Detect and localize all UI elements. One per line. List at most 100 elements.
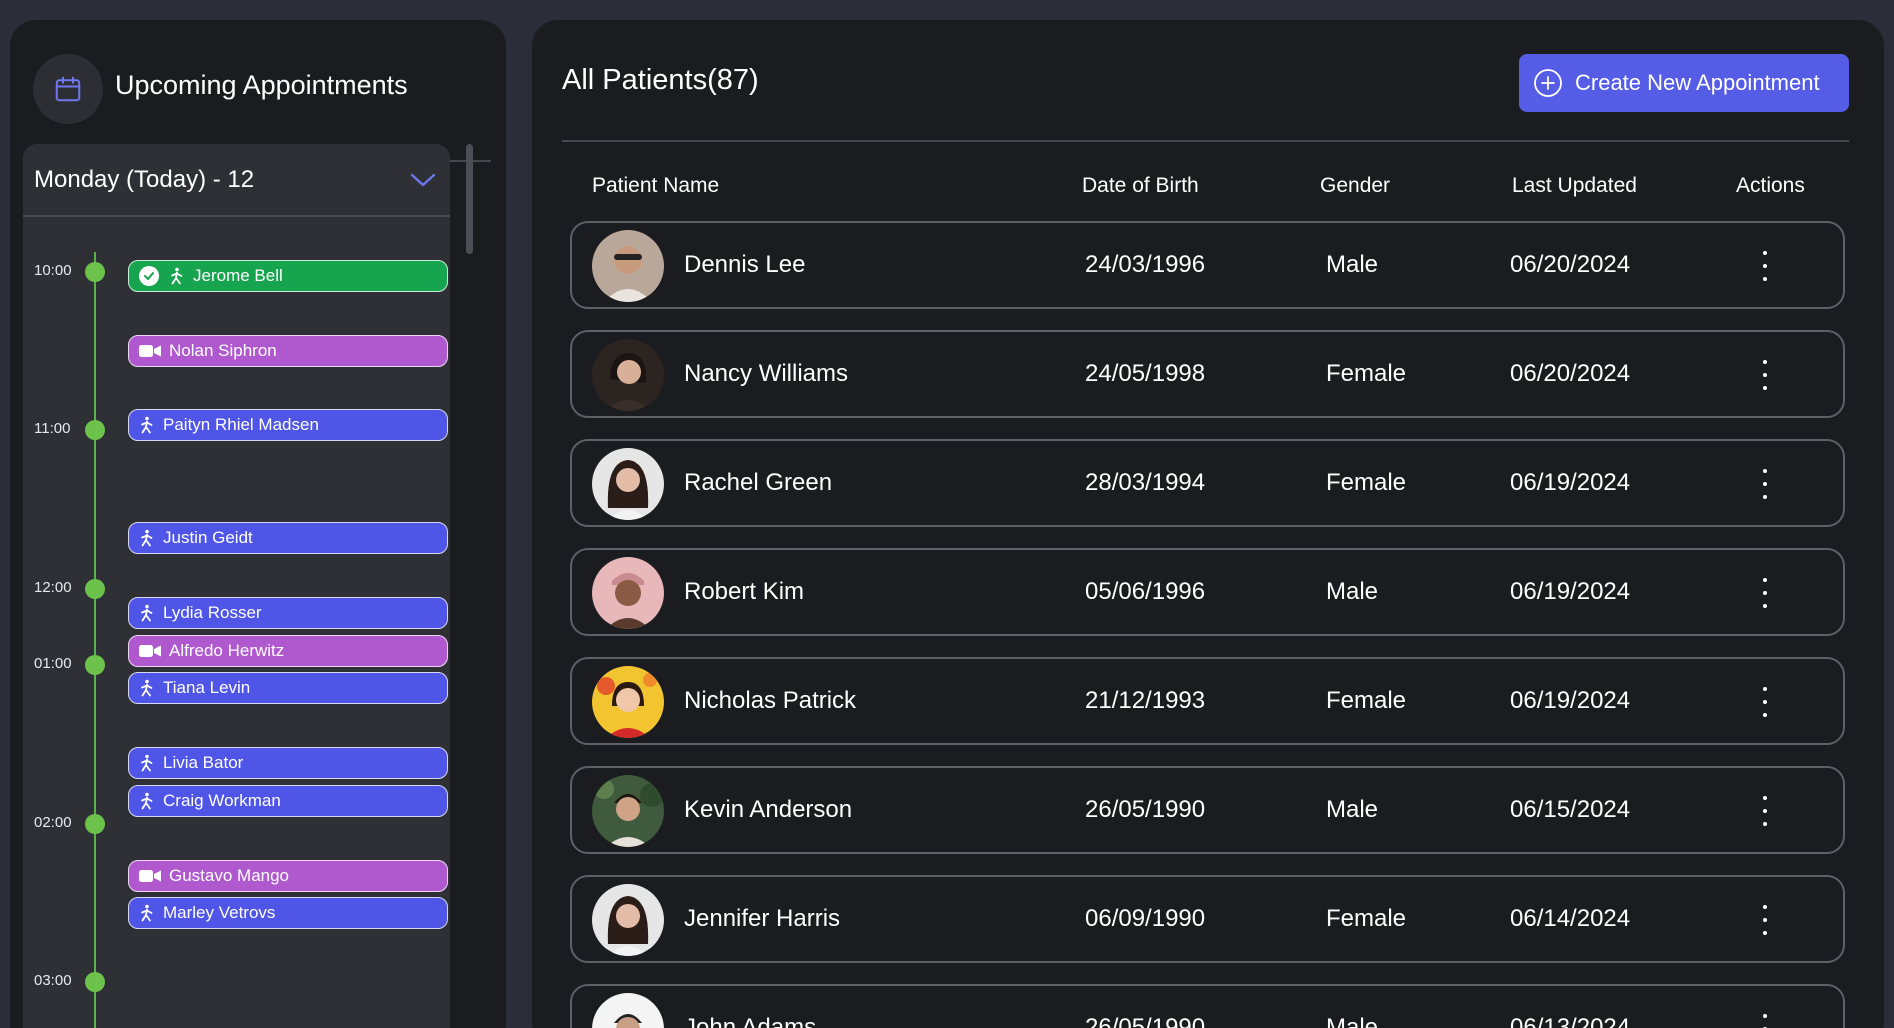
plus-circle-icon xyxy=(1533,68,1563,98)
appointment-name: Nolan Siphron xyxy=(169,341,277,360)
patient-gender: Female xyxy=(1326,360,1407,387)
patient-gender: Female xyxy=(1326,687,1407,714)
appointment-name: Lydia Rosser xyxy=(163,603,262,622)
patient-dob: 26/05/1990 xyxy=(1085,796,1206,823)
avatar xyxy=(592,993,664,1028)
patient-dob: 24/03/1996 xyxy=(1085,251,1206,278)
appointment-pill[interactable]: Nolan Siphron xyxy=(128,335,448,367)
patient-updated: 06/14/2024 xyxy=(1510,905,1631,932)
appointment-pill[interactable]: Alfredo Herwitz xyxy=(128,635,448,667)
time-label: 10:00 xyxy=(34,262,72,279)
patient-updated: 06/19/2024 xyxy=(1510,469,1631,496)
appointment-pill[interactable]: Gustavo Mango xyxy=(128,860,448,892)
appointments-title: Upcoming Appointments xyxy=(115,70,408,100)
table-row[interactable]: Rachel Green 28/03/1994 Female 06/19/202… xyxy=(570,439,1845,527)
appointment-name: Paityn Rhiel Madsen xyxy=(163,415,319,434)
timeline-dot xyxy=(85,420,105,440)
walking-person-icon xyxy=(169,267,185,285)
video-camera-icon xyxy=(139,644,161,658)
walking-person-icon xyxy=(139,604,155,622)
avatar xyxy=(592,666,664,738)
patient-dob: 28/03/1994 xyxy=(1085,469,1206,496)
timeline-dot xyxy=(85,655,105,675)
patient-updated: 06/19/2024 xyxy=(1510,578,1631,605)
time-label: 02:00 xyxy=(34,814,72,831)
walking-person-icon xyxy=(139,679,155,697)
timeline-dot xyxy=(85,814,105,834)
kebab-menu-icon[interactable] xyxy=(1760,1014,1770,1028)
check-circle-icon xyxy=(139,266,159,286)
avatar xyxy=(592,448,664,520)
table-row[interactable]: Dennis Lee 24/03/1996 Male 06/20/2024 xyxy=(570,221,1845,309)
table-row[interactable]: Robert Kim 05/06/1996 Male 06/19/2024 xyxy=(570,548,1845,636)
appointment-pill[interactable]: Justin Geidt xyxy=(128,522,448,554)
patient-updated: 06/13/2024 xyxy=(1510,1014,1631,1028)
day-selector[interactable]: Monday (Today) - 12 xyxy=(23,144,450,217)
appointment-name: Justin Geidt xyxy=(163,528,253,547)
timeline-line xyxy=(94,252,96,1028)
day-label: Monday (Today) - 12 xyxy=(34,166,255,193)
patient-name: Robert Kim xyxy=(684,578,805,605)
appointment-name: Jerome Bell xyxy=(193,266,283,285)
patient-name: Dennis Lee xyxy=(684,251,806,278)
time-label: 11:00 xyxy=(34,420,71,437)
time-label: 03:00 xyxy=(34,972,72,989)
patient-gender: Male xyxy=(1326,796,1379,823)
appointment-pill[interactable]: Craig Workman xyxy=(128,785,448,817)
avatar xyxy=(592,884,664,956)
walking-person-icon xyxy=(139,416,155,434)
timeline-dot xyxy=(85,262,105,282)
appointment-pill[interactable]: Jerome Bell xyxy=(128,260,448,292)
walking-person-icon xyxy=(139,529,155,547)
calendar-icon xyxy=(33,54,103,124)
table-row[interactable]: Nicholas Patrick 21/12/1993 Female 06/19… xyxy=(570,657,1845,745)
patient-updated: 06/20/2024 xyxy=(1510,251,1631,278)
kebab-menu-icon[interactable] xyxy=(1760,687,1770,717)
appointment-pill[interactable]: Livia Bator xyxy=(128,747,448,779)
appointment-name: Livia Bator xyxy=(163,753,244,772)
kebab-menu-icon[interactable] xyxy=(1760,251,1770,281)
patient-name: Rachel Green xyxy=(684,469,833,496)
table-row[interactable]: Kevin Anderson 26/05/1990 Male 06/15/202… xyxy=(570,766,1845,854)
walking-person-icon xyxy=(139,904,155,922)
patient-updated: 06/19/2024 xyxy=(1510,687,1631,714)
timeline-dot xyxy=(85,579,105,599)
appointment-pill[interactable]: Lydia Rosser xyxy=(128,597,448,629)
patient-name: John Adams xyxy=(684,1014,817,1028)
column-header-gender: Gender xyxy=(1320,174,1391,197)
patient-name: Nancy Williams xyxy=(684,360,849,387)
chevron-down-icon[interactable] xyxy=(410,172,436,193)
patients-panel: All Patients(87) Create New Appointment … xyxy=(532,20,1884,1028)
patient-gender: Male xyxy=(1326,1014,1379,1028)
schedule-scrollbar[interactable] xyxy=(466,144,473,254)
kebab-menu-icon[interactable] xyxy=(1760,905,1770,935)
appointment-pill[interactable]: Tiana Levin xyxy=(128,672,448,704)
table-row[interactable]: Nancy Williams 24/05/1998 Female 06/20/2… xyxy=(570,330,1845,418)
walking-person-icon xyxy=(139,792,155,810)
appointment-name: Tiana Levin xyxy=(163,678,251,697)
column-header-dob: Date of Birth xyxy=(1082,174,1199,197)
time-label: 12:00 xyxy=(34,579,72,596)
appointment-pill[interactable]: Marley Vetrovs xyxy=(128,897,448,929)
time-label: 01:00 xyxy=(34,655,72,672)
patient-dob: 24/05/1998 xyxy=(1085,360,1206,387)
walking-person-icon xyxy=(139,754,155,772)
avatar xyxy=(592,230,664,302)
patient-dob: 05/06/1996 xyxy=(1085,578,1206,605)
patient-gender: Female xyxy=(1326,905,1407,932)
appointment-pill[interactable]: Paityn Rhiel Madsen xyxy=(128,409,448,441)
patient-gender: Female xyxy=(1326,469,1407,496)
page-title: All Patients(87) xyxy=(562,64,759,96)
table-row[interactable]: Jennifer Harris 06/09/1990 Female 06/14/… xyxy=(570,875,1845,963)
column-header-actions: Actions xyxy=(1736,174,1805,197)
table-row[interactable]: John Adams 26/05/1990 Male 06/13/2024 xyxy=(570,984,1845,1028)
appointment-name: Gustavo Mango xyxy=(169,866,290,885)
kebab-menu-icon[interactable] xyxy=(1760,469,1770,499)
patient-updated: 06/20/2024 xyxy=(1510,360,1631,387)
kebab-menu-icon[interactable] xyxy=(1760,796,1770,826)
patient-dob: 06/09/1990 xyxy=(1085,905,1206,932)
patient-gender: Male xyxy=(1326,578,1379,605)
kebab-menu-icon[interactable] xyxy=(1760,360,1770,390)
kebab-menu-icon[interactable] xyxy=(1760,578,1770,608)
create-appointment-button[interactable]: Create New Appointment xyxy=(1519,54,1849,112)
